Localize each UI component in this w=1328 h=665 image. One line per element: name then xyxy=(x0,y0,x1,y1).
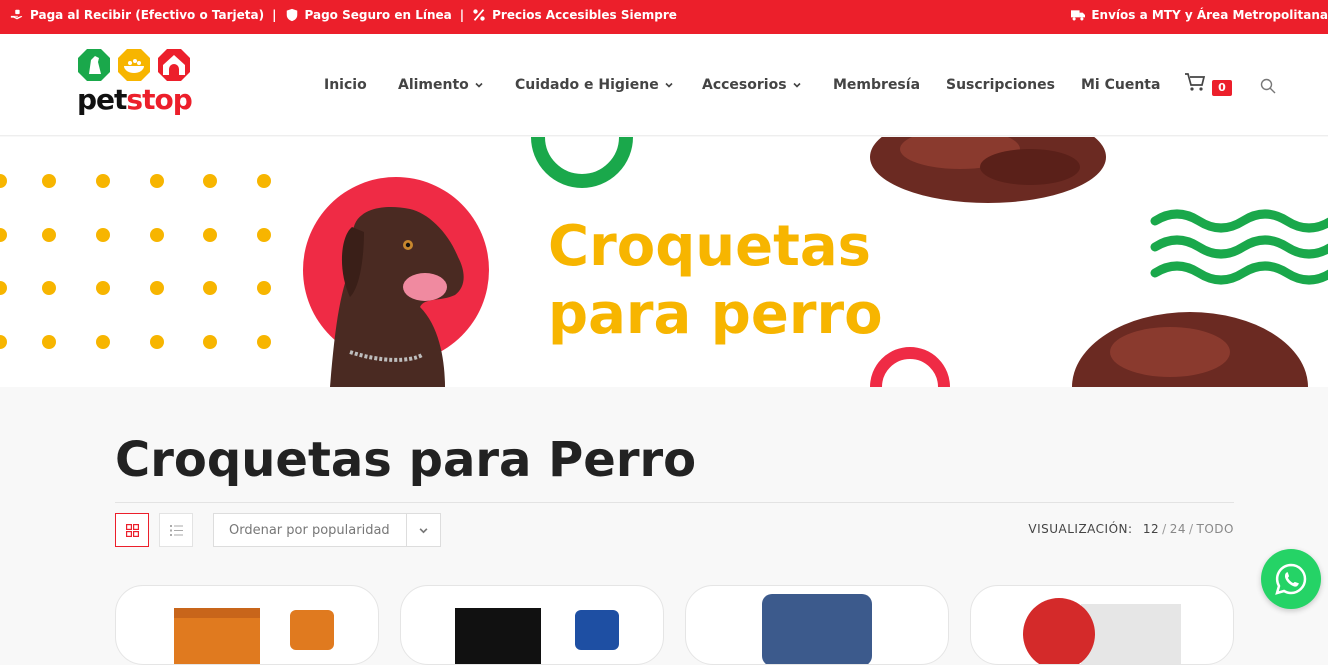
announcement-shipping: Envíos a MTY y Área Metropolitana xyxy=(1071,8,1328,22)
dot-pattern xyxy=(0,174,271,349)
separator: | xyxy=(459,8,465,22)
site-header: petstop Inicio Alimento Cuidado e Higien… xyxy=(0,34,1328,136)
hero-line-1: Croquetas xyxy=(548,214,871,279)
hero-banner: Croquetas para perro xyxy=(0,137,1328,387)
food-bowl-badge-icon xyxy=(118,49,150,81)
nav-item-alimento[interactable]: Alimento xyxy=(398,77,515,93)
product-image xyxy=(174,608,334,664)
logo-wordmark: petstop xyxy=(77,84,195,116)
wave-pattern xyxy=(1150,209,1328,285)
viewing-label: VISUALIZACIÓN: xyxy=(1028,522,1133,536)
nav-label: Mi Cuenta xyxy=(1081,77,1161,93)
results-per-page: VISUALIZACIÓN: 12/24/TODO xyxy=(1028,522,1234,536)
list-view-button[interactable] xyxy=(159,513,193,547)
per-page-all[interactable]: TODO xyxy=(1197,522,1234,536)
separator: | xyxy=(272,8,277,22)
announcement-bar: Paga al Recibir (Efectivo o Tarjeta) | P… xyxy=(0,0,1328,34)
search-icon[interactable] xyxy=(1260,78,1276,94)
hand-cash-icon xyxy=(10,9,23,20)
dog-badge-icon xyxy=(78,49,110,81)
hero-artwork: Croquetas para perro xyxy=(0,137,1328,387)
product-card[interactable] xyxy=(115,585,379,665)
shield-icon xyxy=(286,8,297,22)
grid-icon xyxy=(125,523,139,537)
announcement-prices: Precios Accesibles Siempre xyxy=(492,8,677,22)
truck-icon xyxy=(1071,10,1086,21)
nav-label: Cuidado e Higiene xyxy=(515,77,659,93)
announcement-left: Paga al Recibir (Efectivo o Tarjeta) | P… xyxy=(10,8,677,22)
chevron-down-icon xyxy=(792,82,801,88)
main-nav: Inicio Alimento Cuidado e Higiene Acceso… xyxy=(324,77,1160,93)
logo-text-stop: stop xyxy=(126,83,192,116)
announcement-secure: Pago Seguro en Línea xyxy=(304,8,452,22)
nav-label: Suscripciones xyxy=(946,77,1055,93)
product-card[interactable] xyxy=(400,585,664,665)
announcement-cod: Paga al Recibir (Efectivo o Tarjeta) xyxy=(30,8,265,22)
logo-badges xyxy=(77,48,195,82)
product-card[interactable] xyxy=(685,585,949,665)
dog-illustration xyxy=(330,207,464,387)
kibble-pile-bottom xyxy=(1072,312,1308,387)
nav-item-mi-cuenta[interactable]: Mi Cuenta xyxy=(1081,77,1160,93)
list-icon xyxy=(169,524,183,536)
page-title: Croquetas para Perro xyxy=(115,432,697,488)
shipping-label: Envíos a MTY y Área Metropolitana xyxy=(1091,8,1328,22)
nav-item-suscripciones[interactable]: Suscripciones xyxy=(946,77,1081,93)
per-page-24[interactable]: 24 xyxy=(1170,522,1186,536)
chevron-down-icon xyxy=(475,82,483,88)
product-card[interactable] xyxy=(970,585,1234,665)
divider xyxy=(115,502,1234,503)
whatsapp-icon xyxy=(1275,563,1307,595)
cart-icon xyxy=(1185,73,1206,91)
kibble-pile-top xyxy=(870,137,1106,203)
grid-view-button[interactable] xyxy=(115,513,149,547)
per-page-12[interactable]: 12 xyxy=(1143,522,1159,536)
logo-text-pet: pet xyxy=(77,83,127,116)
site-logo[interactable]: petstop xyxy=(77,48,195,126)
product-image xyxy=(762,594,872,664)
whatsapp-button[interactable] xyxy=(1261,549,1321,609)
pet-house-badge-icon xyxy=(158,49,190,81)
cart-button[interactable]: 0 xyxy=(1184,72,1234,96)
product-image xyxy=(455,608,619,664)
chevron-down-icon xyxy=(665,82,673,88)
nav-item-accesorios[interactable]: Accesorios xyxy=(702,77,833,93)
percent-icon xyxy=(473,9,485,21)
nav-item-cuidado[interactable]: Cuidado e Higiene xyxy=(515,77,702,93)
hero-line-2: para perro xyxy=(548,282,883,347)
nav-item-membresia[interactable]: Membresía xyxy=(833,77,946,93)
product-image xyxy=(1023,598,1181,664)
nav-item-inicio[interactable]: Inicio xyxy=(324,77,398,93)
nav-label: Inicio xyxy=(324,77,367,93)
nav-label: Accesorios xyxy=(702,77,787,93)
sort-select[interactable]: Ordenar por popularidad xyxy=(213,513,441,547)
sort-dropdown-toggle[interactable] xyxy=(406,514,440,546)
chevron-down-icon xyxy=(419,527,428,533)
cart-count-badge: 0 xyxy=(1212,80,1232,96)
sort-selected-value: Ordenar por popularidad xyxy=(229,523,390,538)
nav-label: Alimento xyxy=(398,77,469,93)
nav-label: Membresía xyxy=(833,77,921,93)
